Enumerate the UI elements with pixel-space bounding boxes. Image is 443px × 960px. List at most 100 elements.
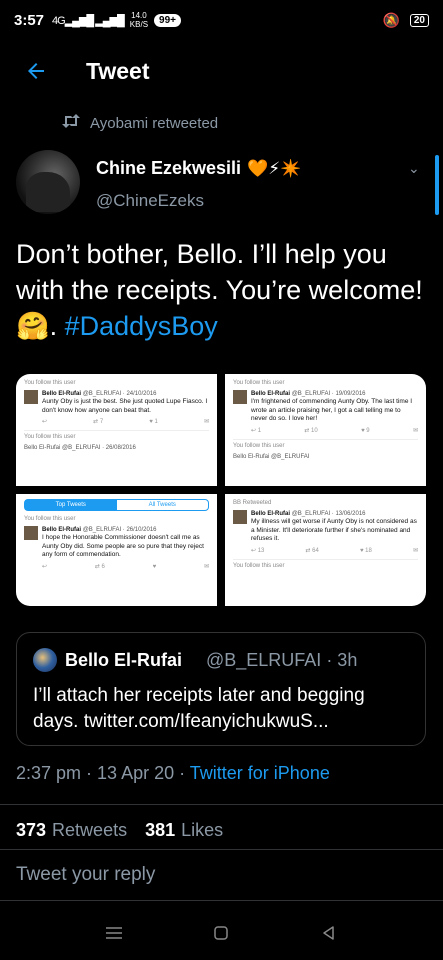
screenshot-dm: ✉ bbox=[412, 427, 418, 434]
screenshot-name: Bello El-Rufai bbox=[251, 511, 291, 517]
network-speed: 14.0 KB/S bbox=[130, 11, 148, 29]
status-time: 3:57 bbox=[14, 11, 45, 29]
author-handle[interactable]: @ChineEzeks bbox=[96, 191, 204, 211]
media-image-2[interactable]: You follow this user Bello El-Rufai @B_E… bbox=[225, 374, 426, 486]
screenshot-name: Bello El-Rufai bbox=[251, 391, 291, 397]
hashtag-link[interactable]: #DaddysBoy bbox=[65, 311, 218, 341]
speed-value: 14.0 bbox=[131, 11, 147, 20]
likes-count: 381 bbox=[145, 820, 176, 840]
retweet-context-label: Ayobami retweeted bbox=[90, 114, 219, 132]
media-image-1[interactable]: You follow this user Bello El-Rufai @B_E… bbox=[16, 374, 217, 486]
screenshot-actions: ↩ ⇄ 6 ♥ ✉ bbox=[24, 563, 209, 571]
screenshot-tweet: Bello El-Rufai @B_ELRUFAI · 13/06/2016 M… bbox=[233, 510, 418, 544]
media-grid[interactable]: You follow this user Bello El-Rufai @B_E… bbox=[16, 374, 426, 606]
quoted-tweet[interactable]: Bello El-Rufai @B_ELRUFAI · 3h I’ll atta… bbox=[16, 632, 426, 746]
screenshot-header: Bello El-Rufai @B_ELRUFAI · 24/10/2016 bbox=[42, 390, 209, 398]
status-bar: 3:57 4G▂▄▆█ ▂▄▆█ 14.0 KB/S 99+ 🔕 20 bbox=[0, 0, 443, 40]
screenshot-avatar bbox=[24, 390, 38, 404]
back-triangle-icon[interactable] bbox=[317, 921, 341, 945]
notification-badge: 99+ bbox=[154, 13, 181, 27]
chevron-down-icon[interactable]: ⌄ bbox=[408, 160, 420, 177]
quoted-author-name: Bello El-Rufai bbox=[65, 650, 183, 670]
screenshot-reply: ↩ 13 bbox=[251, 547, 265, 554]
screenshot-avatar bbox=[24, 526, 38, 540]
screenshot-tab-all: All Tweets bbox=[148, 502, 176, 508]
tweet-timestamp: 2:37 pm · 13 Apr 20 · Twitter for iPhone bbox=[16, 763, 330, 784]
author-name-text: Chine Ezekwesili bbox=[96, 158, 242, 178]
likes-label: Likes bbox=[181, 820, 224, 840]
timestamp-text: 2:37 pm · 13 Apr 20 · bbox=[16, 763, 190, 783]
screenshot-like: ♥ 18 bbox=[359, 547, 372, 554]
screenshot-tab-top: Top Tweets bbox=[25, 500, 117, 510]
home-square-icon[interactable] bbox=[209, 921, 233, 945]
screenshot-reply: ↩ bbox=[42, 563, 48, 570]
retweets-count: 373 bbox=[16, 820, 47, 840]
author-avatar[interactable] bbox=[16, 150, 80, 214]
signal-icon: 4G▂▄▆█ ▂▄▆█ bbox=[52, 14, 125, 27]
quoted-avatar bbox=[33, 648, 57, 672]
screenshot-like: ♥ bbox=[152, 563, 157, 570]
retweet-icon bbox=[62, 114, 80, 132]
likes-stat[interactable]: 381 Likes bbox=[145, 820, 223, 841]
divider bbox=[233, 558, 418, 560]
follow-label: You follow this user bbox=[24, 380, 76, 386]
screenshot-retweet: ⇄ 64 bbox=[305, 547, 319, 554]
retweets-label: Retweets bbox=[52, 820, 128, 840]
follow-label: You follow this user bbox=[233, 380, 285, 386]
screenshot-actions: ↩ ⇄ 7 ♥ 1 ✉ bbox=[24, 418, 209, 426]
screenshot-reply: ↩ 1 bbox=[251, 427, 262, 434]
retweeted-label: BB Retweeted bbox=[233, 500, 272, 506]
screenshot-reply: ↩ bbox=[42, 419, 48, 425]
screenshot-text: I hope the Honorable Commissioner doesn'… bbox=[42, 534, 204, 558]
speed-unit: KB/S bbox=[129, 20, 149, 29]
screenshot-dm: ✉ bbox=[412, 547, 418, 554]
media-image-3[interactable]: Top Tweets All Tweets You follow this us… bbox=[16, 494, 217, 606]
screenshot-dm: ✉ bbox=[203, 563, 209, 570]
divider bbox=[0, 804, 443, 805]
follow-label: You follow this user bbox=[233, 442, 285, 449]
scrollbar[interactable] bbox=[435, 155, 439, 215]
screenshot-header: Bello El-Rufai @B_ELRUFAI · 26/10/2016 bbox=[42, 526, 209, 534]
screenshot-meta: @B_ELRUFAI · 24/10/2016 bbox=[82, 391, 157, 397]
screenshot-retweet: ⇄ 6 bbox=[94, 563, 105, 570]
follow-label: You follow this user bbox=[233, 562, 285, 569]
screenshot-text: My illness will get worse if Aunty Oby i… bbox=[251, 518, 417, 542]
screenshot-tabs: Top Tweets All Tweets bbox=[24, 499, 209, 511]
screenshot-dm: ✉ bbox=[203, 419, 209, 425]
battery-icon: 20 bbox=[409, 13, 429, 27]
screenshot-retweet: ⇄ 10 bbox=[304, 427, 318, 434]
screenshot-tweet: Bello El-Rufai @B_ELRUFAI · 26/10/2016 I… bbox=[24, 526, 209, 560]
retweets-stat[interactable]: 373 Retweets bbox=[16, 820, 127, 841]
divider bbox=[0, 900, 443, 901]
screenshot-text: I'm frightened of commending Aunty Oby. … bbox=[251, 398, 413, 422]
author-emojis: 🧡⚡✴️ bbox=[247, 158, 302, 178]
quoted-text: I’ll attach her receipts later and beggi… bbox=[33, 685, 365, 732]
source-link[interactable]: Twitter for iPhone bbox=[190, 763, 330, 783]
screenshot-text: Aunty Oby is just the best. She just quo… bbox=[42, 398, 208, 414]
reply-input[interactable]: Tweet your reply bbox=[16, 864, 155, 886]
divider bbox=[0, 849, 443, 850]
menu-icon[interactable] bbox=[102, 921, 126, 945]
follow-label: You follow this user bbox=[24, 516, 76, 522]
screenshot-meta: @B_ELRUFAI · 26/10/2016 bbox=[82, 527, 157, 533]
screenshot-tweet: Bello El-Rufai @B_ELRUFAI · 19/09/2016 I… bbox=[233, 390, 418, 424]
screenshot-header: Bello El-Rufai @B_ELRUFAI · 19/09/2016 bbox=[251, 390, 418, 398]
quoted-author-handle: @B_ELRUFAI · 3h bbox=[206, 650, 358, 670]
screenshot-meta: @B_ELRUFAI · 19/09/2016 bbox=[291, 391, 366, 397]
media-image-4[interactable]: BB Retweeted Bello El-Rufai @B_ELRUFAI ·… bbox=[225, 494, 426, 606]
divider bbox=[233, 438, 418, 440]
screenshot-header: Bello El-Rufai @B_ELRUFAI bbox=[233, 453, 310, 460]
author-name[interactable]: Chine Ezekwesili 🧡⚡✴️ bbox=[96, 158, 301, 179]
screenshot-tweet: Bello El-Rufai @B_ELRUFAI · 24/10/2016 A… bbox=[24, 390, 209, 415]
retweet-context[interactable]: Ayobami retweeted bbox=[62, 114, 218, 132]
screenshot-meta: @B_ELRUFAI · 13/06/2016 bbox=[291, 511, 366, 517]
mute-icon: 🔕 bbox=[382, 11, 400, 28]
signal-type: 4G bbox=[52, 14, 66, 27]
back-arrow-icon[interactable] bbox=[16, 51, 56, 91]
screenshot-actions: ↩ 1 ⇄ 10 ♥ 9 ✉ bbox=[233, 427, 418, 435]
screenshot-retweet: ⇄ 7 bbox=[93, 419, 104, 425]
screenshot-name: Bello El-Rufai bbox=[42, 391, 82, 397]
tweet-text: Don’t bother, Bello. I’ll help you with … bbox=[16, 236, 426, 344]
screenshot-name: Bello El-Rufai bbox=[42, 527, 82, 533]
system-nav-bar bbox=[0, 905, 443, 960]
